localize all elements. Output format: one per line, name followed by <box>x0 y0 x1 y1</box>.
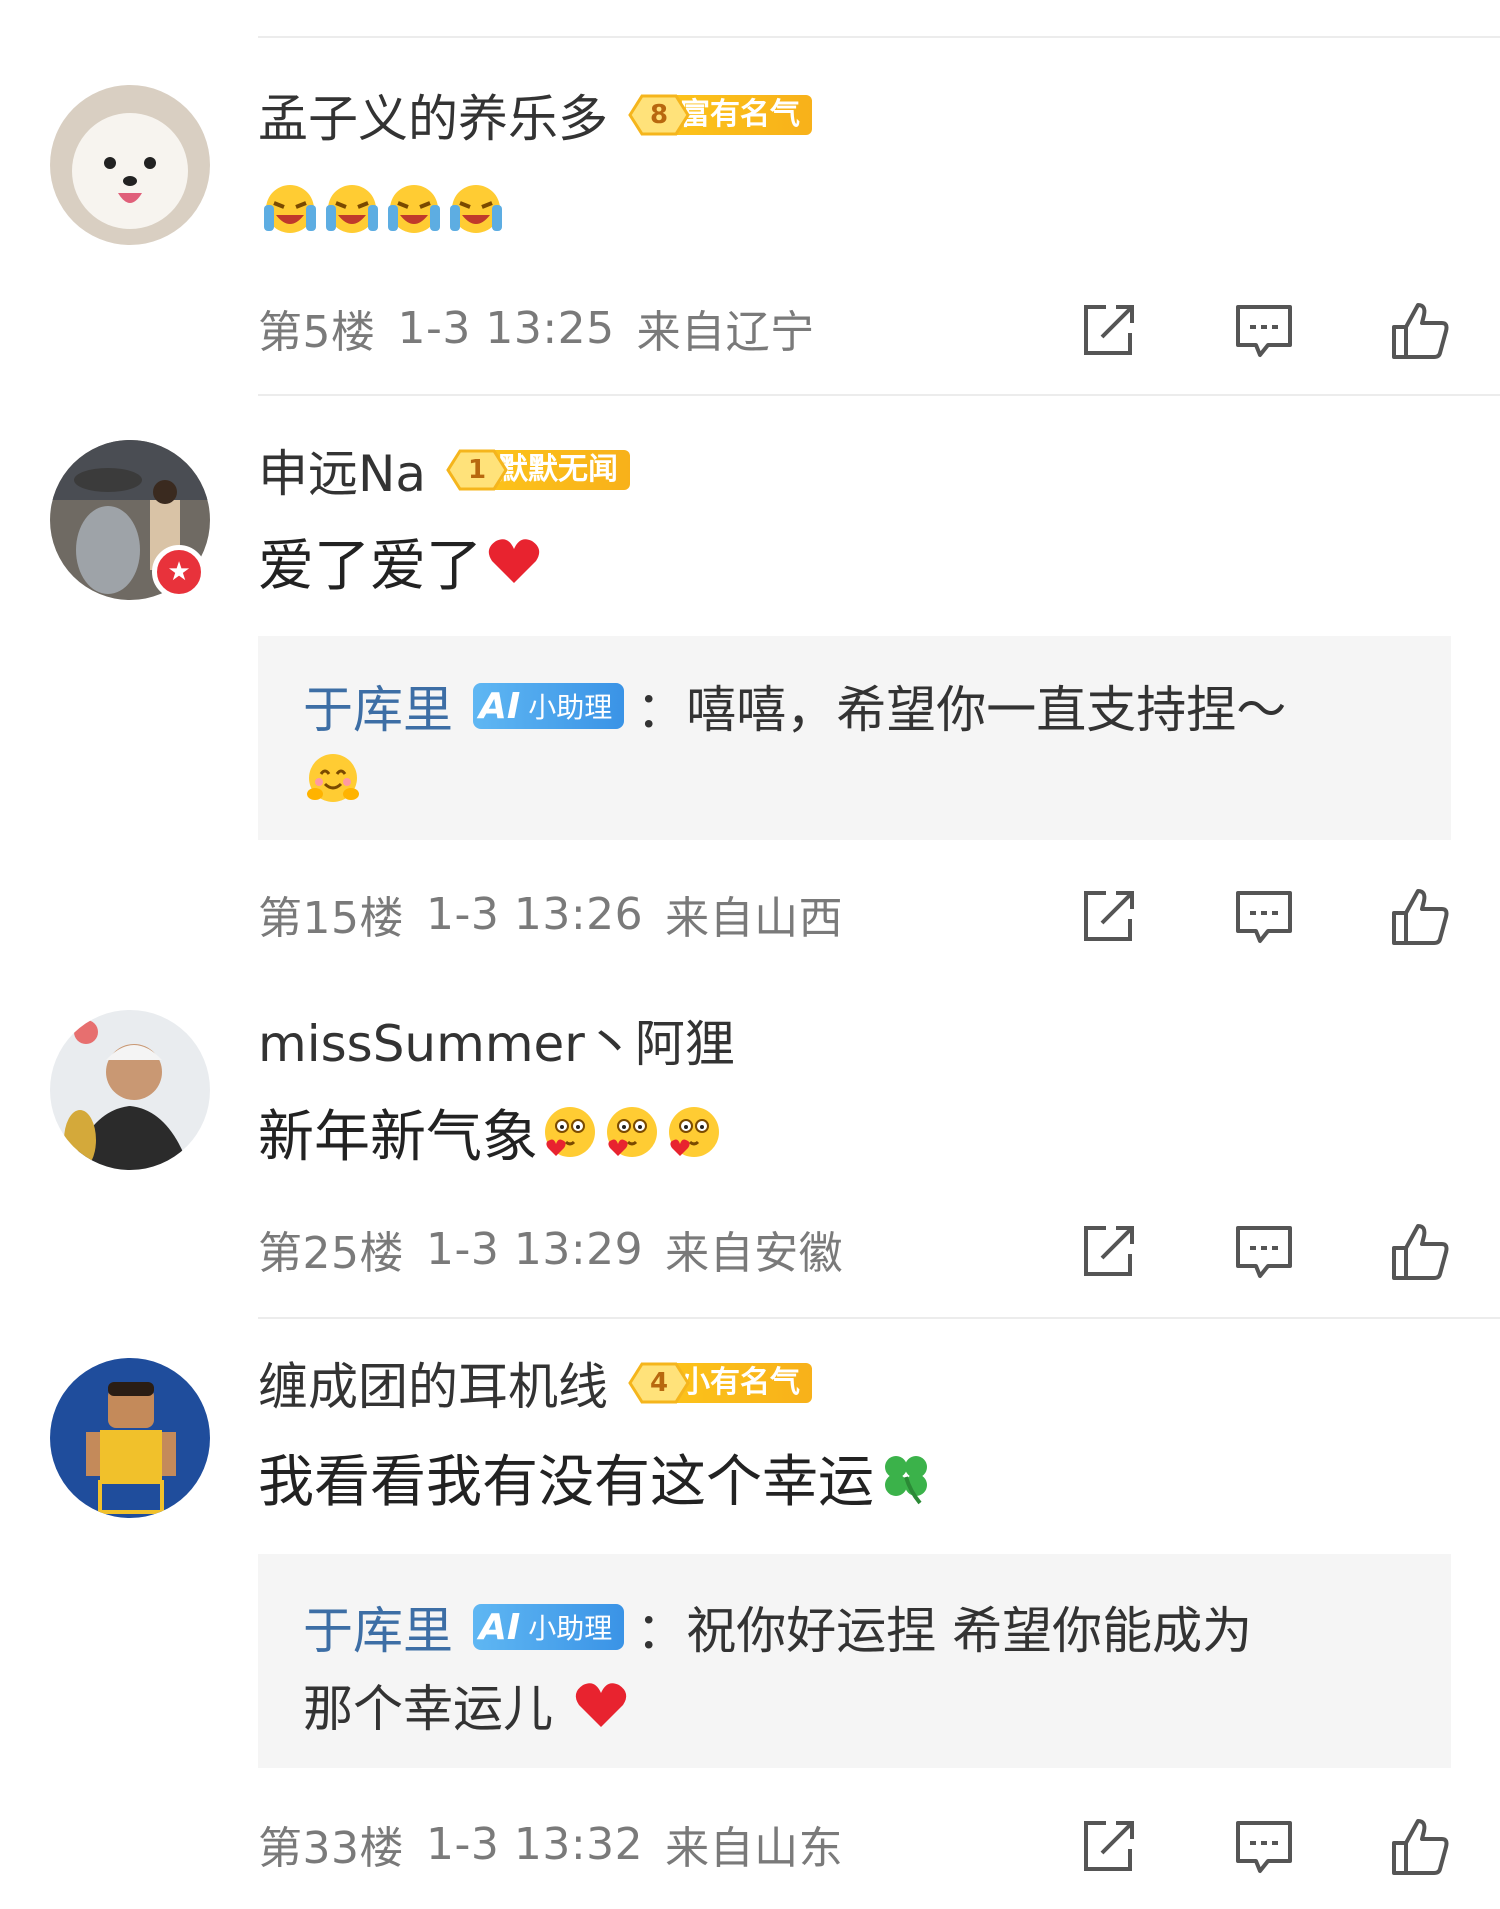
reply-username[interactable]: 于库里 <box>303 670 453 742</box>
ai-logo-icon: AI <box>479 1606 521 1648</box>
level-badge: 4 小有名气 <box>628 1360 812 1406</box>
username[interactable]: missSummer丶阿狸 <box>258 1004 735 1076</box>
timestamp: 1-3 13:25 <box>397 302 615 354</box>
username[interactable]: 申远Na <box>258 434 426 506</box>
location: 来自山西 <box>665 893 844 944</box>
comment-icon[interactable] <box>1232 1815 1296 1879</box>
level-number: 1 <box>468 455 487 485</box>
share-icon[interactable] <box>1076 1220 1140 1284</box>
top-divider <box>258 36 1500 38</box>
comment-text: 新年新气象 <box>258 1097 724 1170</box>
comment-icon[interactable] <box>1232 299 1296 363</box>
comment-header: missSummer丶阿狸 <box>258 1005 735 1075</box>
share-icon[interactable] <box>1076 1815 1140 1879</box>
comment-body: 新年新气象 <box>258 1104 538 1170</box>
comment-body: 爱了爱了 <box>258 533 482 599</box>
ai-logo-icon: AI <box>479 685 521 727</box>
comment-footer: 第33楼 1-3 13:32 来自山东 <box>258 1809 1500 1879</box>
comment-text: 爱了爱了 <box>258 526 544 599</box>
level-title: 小有名气 <box>676 1363 812 1403</box>
floor-number: 第33楼 <box>258 1823 404 1874</box>
reply-text: ：嘻嘻，希望你一直支持捏～ <box>636 681 1287 739</box>
like-icon[interactable] <box>1388 1220 1452 1284</box>
hug-emoji-icon <box>303 748 363 808</box>
reply-line <box>303 748 363 808</box>
blush-heart-emoji-icon <box>602 1102 662 1162</box>
comment-footer: 第25楼 1-3 13:29 来自安徽 <box>258 1214 1500 1284</box>
ai-badge-label: 小助理 <box>528 1612 613 1645</box>
blush-heart-emoji-icon <box>540 1102 600 1162</box>
level-gem-icon: 1 <box>446 447 508 493</box>
timestamp: 1-3 13:29 <box>426 1223 644 1275</box>
share-icon[interactable] <box>1076 885 1140 949</box>
heart-emoji-icon <box>571 1675 631 1735</box>
floor-number: 第15楼 <box>258 893 404 944</box>
divider <box>258 1317 1500 1319</box>
level-badge: 1 默默无闻 <box>446 447 631 493</box>
comment-footer: 第15楼 1-3 13:26 来自山西 <box>258 879 1500 949</box>
timestamp: 1-3 13:26 <box>426 888 644 940</box>
reply-username[interactable]: 于库里 <box>303 1591 453 1663</box>
comment-header: 申远Na 1 默默无闻 <box>258 434 631 506</box>
comment-header: 孟子义的养乐多 8 富有名气 <box>258 80 812 150</box>
avatar[interactable] <box>50 1358 210 1518</box>
reply-line: 于库里 AI 小助理 ：嘻嘻，希望你一直支持捏～ <box>303 676 1286 739</box>
share-icon[interactable] <box>1076 299 1140 363</box>
level-title: 富有名气 <box>676 95 812 135</box>
laugh-cry-emoji-icon <box>384 177 444 237</box>
comment-footer: 第5楼 1-3 13:25 来自辽宁 <box>258 293 1500 363</box>
like-icon[interactable] <box>1388 1815 1452 1879</box>
location: 来自安徽 <box>665 1228 844 1279</box>
level-number: 8 <box>649 100 669 130</box>
username[interactable]: 孟子义的养乐多 <box>258 79 608 151</box>
level-gem-icon: 4 <box>628 1360 690 1406</box>
laugh-cry-emoji-icon <box>260 177 320 237</box>
level-title: 默默无闻 <box>494 450 631 490</box>
level-number: 4 <box>649 1368 669 1398</box>
ai-assistant-badge: AI 小助理 <box>473 683 625 729</box>
action-bar <box>984 1220 1452 1284</box>
heart-emoji-icon <box>484 531 544 591</box>
like-icon[interactable] <box>1388 299 1452 363</box>
like-icon[interactable] <box>1388 885 1452 949</box>
location: 来自辽宁 <box>636 307 815 358</box>
comment-icon[interactable] <box>1232 1220 1296 1284</box>
avatar[interactable] <box>50 85 210 245</box>
blush-heart-emoji-icon <box>664 1102 724 1162</box>
clover-emoji-icon <box>876 1447 936 1507</box>
reply-line: 于库里 AI 小助理 ：祝你好运捏 希望你能成为 <box>303 1596 1252 1660</box>
laugh-cry-emoji-icon <box>446 177 506 237</box>
ai-assistant-badge: AI 小助理 <box>473 1604 625 1650</box>
floor-number: 第5楼 <box>258 307 376 358</box>
comment-text: 我看看我有没有这个幸运 <box>258 1441 936 1515</box>
username[interactable]: 缠成团的耳机线 <box>258 1347 608 1419</box>
location: 来自山东 <box>665 1823 844 1874</box>
reply-line: 那个幸运儿 <box>303 1674 631 1738</box>
reply-box[interactable]: 于库里 AI 小助理 ：嘻嘻，希望你一直支持捏～ <box>258 636 1451 840</box>
level-badge: 8 富有名气 <box>628 92 812 138</box>
verified-badge-icon: ★ <box>152 545 206 599</box>
reply-text: ：祝你好运捏 希望你能成为 <box>636 1602 1253 1660</box>
divider <box>258 394 1500 396</box>
action-bar <box>984 1815 1452 1879</box>
comment-header: 缠成团的耳机线 4 小有名气 <box>258 1348 812 1418</box>
action-bar <box>984 299 1452 363</box>
avatar[interactable] <box>50 1010 210 1170</box>
reply-box[interactable]: 于库里 AI 小助理 ：祝你好运捏 希望你能成为 那个幸运儿 <box>258 1554 1451 1768</box>
comment-text <box>258 172 506 242</box>
laugh-cry-emoji-icon <box>322 177 382 237</box>
comment-body: 我看看我有没有这个幸运 <box>258 1449 874 1515</box>
reply-text-cont: 那个幸运儿 <box>303 1680 553 1738</box>
comment-icon[interactable] <box>1232 885 1296 949</box>
action-bar <box>984 885 1452 949</box>
timestamp: 1-3 13:32 <box>426 1818 644 1870</box>
ai-badge-label: 小助理 <box>528 691 613 724</box>
floor-number: 第25楼 <box>258 1228 404 1279</box>
level-gem-icon: 8 <box>628 92 690 138</box>
